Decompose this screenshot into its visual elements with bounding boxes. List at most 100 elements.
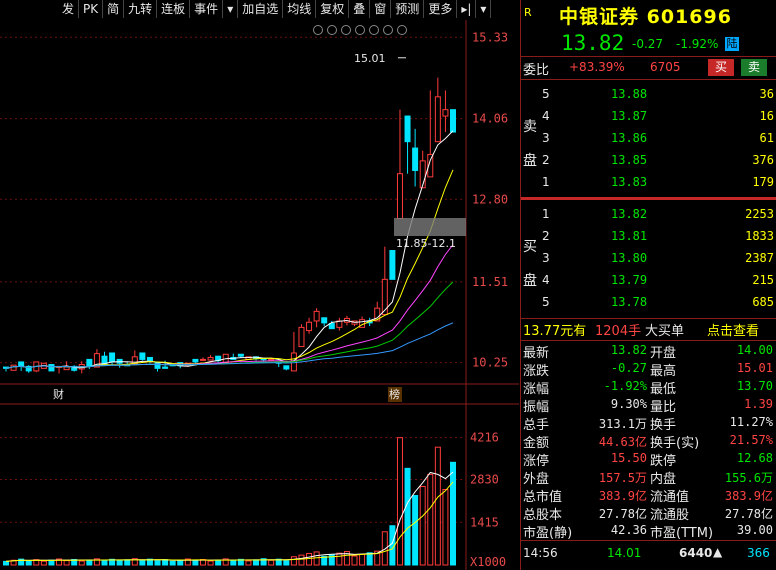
tick-time: 14:56 xyxy=(523,546,558,560)
stat-value: 13.70 xyxy=(736,379,773,393)
candle-body xyxy=(237,353,244,357)
wei-bi-label: 委比 xyxy=(523,63,550,78)
candle-body xyxy=(306,321,313,332)
big-order-link[interactable]: 点击查看 xyxy=(707,320,759,339)
volume-bar xyxy=(124,559,131,566)
stat-label: 涨停 xyxy=(523,454,550,469)
stat-label: 量比 xyxy=(650,400,677,415)
toolbar-ma-button[interactable]: 均线 xyxy=(283,0,317,18)
toolbar-menu-dropdown-button[interactable]: ▾ xyxy=(476,0,492,18)
r-tag: R xyxy=(524,6,532,19)
divider xyxy=(521,540,776,541)
candle-body xyxy=(412,147,419,171)
stat-value: 157.5万 xyxy=(598,471,647,485)
sell-level: 1 xyxy=(542,175,550,189)
sell-order-row[interactable]: 5 13.88 36 xyxy=(521,85,776,103)
candle-body xyxy=(63,366,70,371)
kline-chart[interactable]: 15.33 14.06 12.80 11.51 10.25 15.01 11.85-12.1… xyxy=(0,20,519,570)
volume-bar xyxy=(283,560,290,566)
quote-panel: R 中银证券 601696 13.82 -0.27 -1.92% 陆 委比 +8… xyxy=(520,0,776,570)
toolbar-restore-rights-button[interactable]: 复权 xyxy=(316,0,350,18)
price-change: -0.27 xyxy=(632,37,664,51)
sell-price: 13.85 xyxy=(611,153,648,167)
buy-order-row[interactable]: 5 13.78 685 xyxy=(521,293,776,311)
stat-value: 13.82 xyxy=(610,343,647,357)
sell-price: 13.83 xyxy=(611,175,648,189)
toolbar-pk-button[interactable]: PK xyxy=(79,0,104,18)
stat-label: 开盘 xyxy=(650,346,677,361)
stock-name-code: 中银证券 601696 xyxy=(559,6,732,28)
volume-bar xyxy=(86,559,93,566)
volume-bar xyxy=(192,560,199,566)
volume-bar xyxy=(268,559,275,566)
toolbar-window-button[interactable]: 窗 xyxy=(370,0,392,18)
sell-button[interactable]: 卖 xyxy=(741,59,767,76)
candle-body xyxy=(381,278,388,316)
volume-bar xyxy=(25,560,32,566)
stats-table: 最新 13.82 开盘 14.00 涨跌 -0.27 最高 15.01 涨幅 -1.92% 最低 13… xyxy=(521,342,776,541)
candle-body xyxy=(450,109,456,133)
buy-order-row[interactable]: 3 13.80 2387 xyxy=(521,249,776,267)
toolbar-overlay-button[interactable]: 叠 xyxy=(349,0,371,18)
buy-price: 13.81 xyxy=(611,229,648,243)
sell-orderbook: 卖盘 5 13.88 36 4 13.87 16 3 13.86 61 2 13.85 376 1 13.… xyxy=(521,80,776,197)
stat-value: 44.63亿 xyxy=(598,435,647,449)
toolbar-forecast-button[interactable]: 预测 xyxy=(391,0,425,18)
toolbar-lianban-button[interactable]: 连板 xyxy=(157,0,191,18)
current-price: 13.82 xyxy=(561,31,625,55)
stat-label: 流通值 xyxy=(650,490,690,505)
toolbar-dropdown-button[interactable]: ▾ xyxy=(223,0,239,18)
buy-volume: 2253 xyxy=(745,207,774,221)
sell-order-row[interactable]: 2 13.85 376 xyxy=(521,151,776,169)
toolbar-add-watchlist-button[interactable]: 加自选 xyxy=(238,0,284,18)
sell-volume: 16 xyxy=(759,109,774,123)
volume-bar xyxy=(396,437,403,566)
stat-value: -0.27 xyxy=(610,361,647,375)
volume-bar xyxy=(101,559,108,566)
sell-order-row[interactable]: 3 13.86 61 xyxy=(521,129,776,147)
candle-body xyxy=(321,317,328,324)
volume-bar xyxy=(404,467,411,566)
buy-level: 3 xyxy=(542,251,550,265)
toolbar-more-button[interactable]: 更多 xyxy=(424,0,458,18)
toolbar-shijian-button[interactable]: 事件 xyxy=(190,0,224,18)
stat-value: 27.78亿 xyxy=(724,507,773,521)
toolbar-fa-button[interactable]: 发 xyxy=(0,0,80,18)
price-axis-label: 15.33 xyxy=(472,30,508,44)
wei-cha: 6705 xyxy=(650,60,681,74)
volume-bar xyxy=(162,559,169,566)
volume-bar xyxy=(351,555,358,566)
tick-volume: 6440 xyxy=(679,546,713,560)
sell-order-row[interactable]: 4 13.87 16 xyxy=(521,107,776,125)
buy-level: 2 xyxy=(542,229,550,243)
frame-icon xyxy=(355,25,365,35)
volume-bar xyxy=(253,559,260,566)
buy-button[interactable]: 买 xyxy=(708,59,734,76)
candle-body xyxy=(86,358,93,367)
high-price-label: 15.01 xyxy=(354,52,386,65)
toolbar-jump-end-button[interactable]: ▸| xyxy=(457,0,477,18)
candle-body xyxy=(396,173,403,220)
stat-value: 39.00 xyxy=(736,523,773,537)
kline-chart-area[interactable]: 15.33 14.06 12.80 11.51 10.25 15.01 11.85-12.1… xyxy=(0,20,519,570)
stat-value: 11.27% xyxy=(729,415,773,429)
sell-volume: 61 xyxy=(759,131,774,145)
candle-body xyxy=(313,310,320,322)
buy-order-row[interactable]: 2 13.81 1833 xyxy=(521,227,776,245)
buy-order-row[interactable]: 4 13.79 215 xyxy=(521,271,776,289)
candle-body xyxy=(154,362,161,369)
tick-count: 366 xyxy=(747,546,770,560)
volume-bar xyxy=(412,495,419,566)
toolbar-jian-button[interactable]: 简 xyxy=(103,0,125,18)
buy-price: 13.82 xyxy=(611,207,648,221)
buy-order-row[interactable]: 1 13.82 2253 xyxy=(521,205,776,223)
volume-bar xyxy=(450,461,456,566)
big-order-qty: 1204手 xyxy=(595,324,642,339)
toolbar-jiuzhuan-button[interactable]: 九转 xyxy=(124,0,158,18)
volume-bar xyxy=(78,560,85,566)
volume-bar xyxy=(3,560,9,566)
sell-order-row[interactable]: 1 13.83 179 xyxy=(521,173,776,191)
volume-ma5-line xyxy=(5,471,454,562)
sell-volume: 36 xyxy=(759,87,774,101)
stat-label: 最新 xyxy=(523,346,550,361)
